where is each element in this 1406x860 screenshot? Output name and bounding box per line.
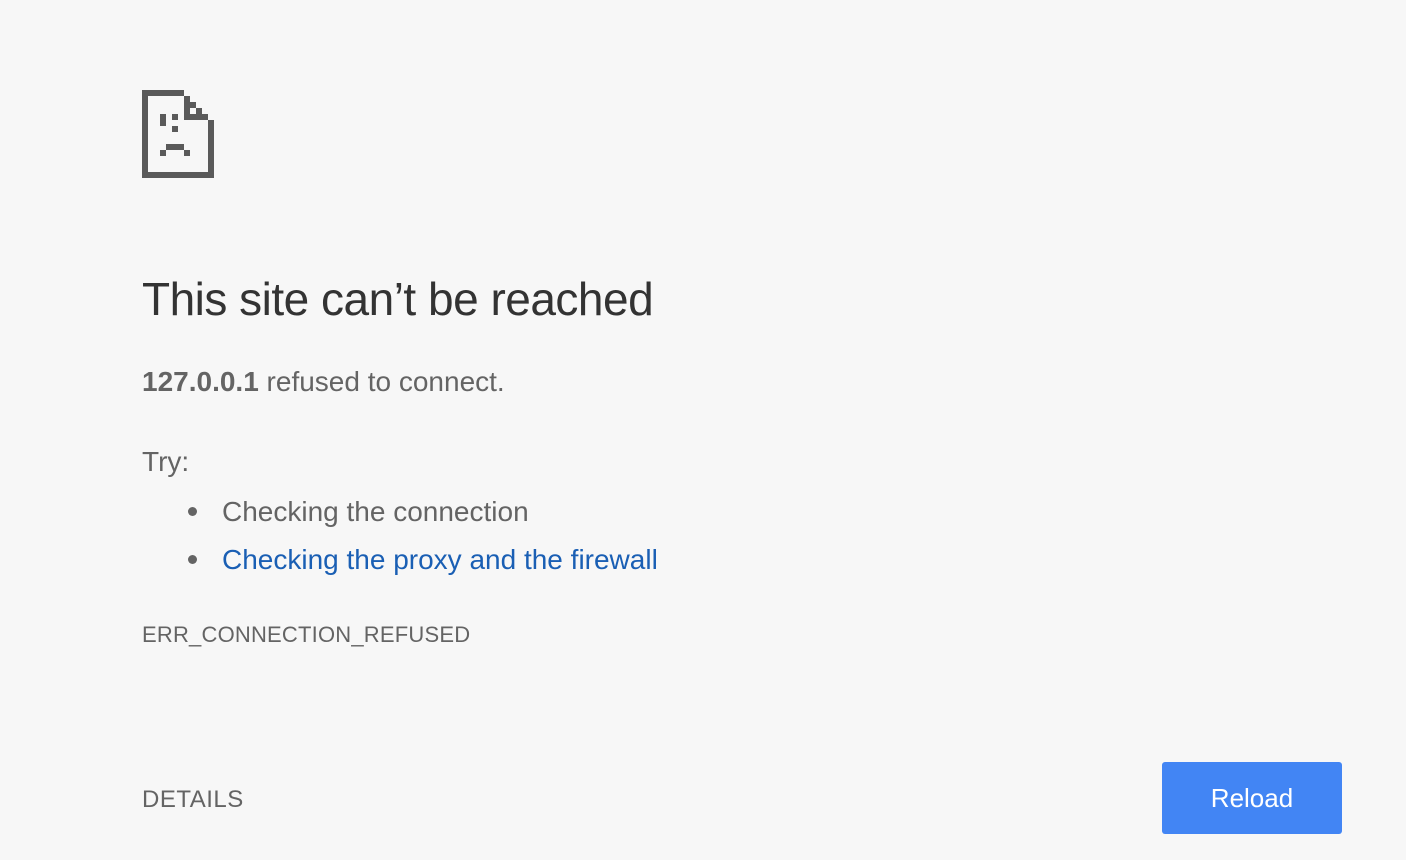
- suggestion-check-proxy-link[interactable]: Checking the proxy and the firewall: [222, 544, 658, 575]
- error-message: refused to connect.: [258, 366, 505, 397]
- try-label: Try:: [142, 446, 190, 477]
- error-page: This site can’t be reached 127.0.0.1 ref…: [0, 0, 1406, 860]
- suggestions-list: Checking the connection Checking the pro…: [142, 492, 658, 588]
- suggestion-check-connection: Checking the connection: [222, 496, 529, 527]
- error-code: ERR_CONNECTION_REFUSED: [142, 622, 471, 647]
- suggestion-item: Checking the connection: [142, 492, 658, 540]
- bullet-icon: [188, 555, 197, 564]
- host-name: 127.0.0.1: [142, 366, 259, 397]
- page-title: This site can’t be reached: [142, 273, 654, 325]
- error-summary: 127.0.0.1 refused to connect.: [142, 366, 505, 398]
- bullet-icon: [188, 507, 197, 516]
- details-button[interactable]: DETAILS: [142, 782, 244, 818]
- reload-button[interactable]: Reload: [1162, 762, 1342, 834]
- sad-page-icon: [142, 90, 214, 178]
- suggestion-item: Checking the proxy and the firewall: [142, 540, 658, 588]
